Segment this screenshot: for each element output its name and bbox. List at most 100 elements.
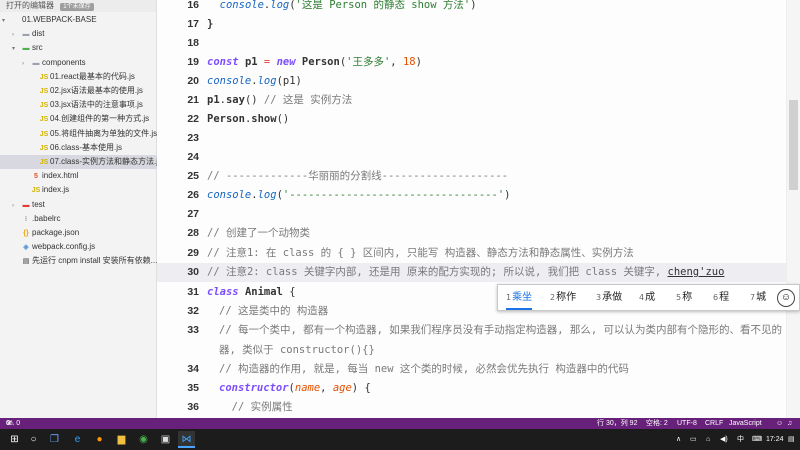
task-view-icon[interactable]: ❐ (46, 431, 63, 448)
tray-up-icon[interactable]: ∧ (676, 429, 681, 450)
edge-browser-icon[interactable]: e (69, 431, 86, 448)
candidate-index: 5 (676, 293, 682, 302)
code-text: console.log('这是 Person 的静态 show 方法') (207, 0, 477, 15)
editor-scrollbar[interactable] (786, 0, 800, 418)
code-line[interactable]: 24 (157, 148, 800, 167)
volume-icon[interactable]: ◀) (720, 429, 728, 450)
code-text: class Animal { (207, 283, 296, 302)
keyboard-icon[interactable]: ⌨ (752, 429, 762, 450)
file-item[interactable]: JS 05.将组件抽离为单独的文件.js (0, 127, 157, 141)
line-number: 20 (187, 75, 199, 87)
file-item[interactable]: JS 07.class-实例方法和静态方法.js (0, 155, 157, 169)
file-item[interactable]: JS 04.创建组件的第一种方式.js (0, 112, 157, 126)
code-line[interactable]: 18 (157, 34, 800, 53)
code-text: // 注意2: class 关键字内部, 还是用 原来的配方实现的; 所以说, … (207, 263, 724, 282)
line-number: 34 (187, 363, 199, 375)
code-line[interactable]: 19 const p1 = new Person('王多多', 18) (157, 53, 800, 72)
code-line[interactable]: 25 // -------------华丽丽的分割线---------------… (157, 167, 800, 186)
smiley-feedback-icon[interactable]: ☺ (776, 418, 783, 429)
code-line[interactable]: 器, 类似于 constructor(){} (157, 341, 800, 360)
ime-candidate[interactable]: 5称 (676, 285, 692, 310)
line-number: 27 (187, 208, 199, 220)
code-line[interactable]: 35 constructor(name, age) { (157, 379, 800, 398)
file-encoding[interactable]: UTF-8 (677, 418, 697, 429)
code-line[interactable]: 27 (157, 205, 800, 224)
folder-item[interactable]: ▾ ▬ src (0, 41, 157, 55)
error-count[interactable]: ⊗ 0 ⚠ 0 (6, 418, 20, 429)
code-token: console (207, 75, 252, 87)
ime-candidate[interactable]: 2称作 (550, 285, 576, 310)
vscode-icon[interactable]: ⋈ (178, 431, 195, 448)
ime-candidate[interactable]: 6程 (713, 285, 729, 310)
ime-candidate[interactable]: 1乘坐 (506, 285, 533, 310)
file-item[interactable]: JS 02.jsx语法最基本的使用.js (0, 84, 157, 98)
code-text: // 这是类中的 构造器 (219, 302, 328, 321)
bell-icon[interactable]: ♫ (787, 418, 792, 429)
code-token: // -------------华丽丽的分割线-----------------… (207, 170, 509, 182)
code-token: log (270, 0, 290, 11)
code-editor[interactable]: 16 console.log('这是 Person 的静态 show 方法') 1… (157, 0, 800, 418)
line-number: 17 (187, 18, 199, 30)
code-token: , (390, 56, 403, 68)
app-icon[interactable]: ▣ (157, 431, 174, 448)
code-token: // 这是类中的 构造器 (219, 305, 329, 317)
ime-candidate[interactable]: 4成 (639, 285, 655, 310)
code-line[interactable]: 36 // 实例属性 (157, 398, 800, 417)
battery-icon[interactable]: ▭ (690, 429, 697, 450)
code-line[interactable]: 29 // 注意1: 在 class 的 { } 区间内, 只能写 构造器、静态方… (157, 244, 800, 263)
ime-language-indicator[interactable]: 中 (737, 429, 744, 450)
code-line[interactable]: 26 console.log('-------------------------… (157, 186, 800, 205)
file-item[interactable]: JS 03.jsx语法中的注意事项.js (0, 98, 157, 112)
file-item[interactable]: JS index.js (0, 183, 157, 197)
js-file-icon: JS (31, 187, 41, 195)
ime-candidate[interactable]: 7城 (750, 285, 766, 310)
unsaved-badge: 1个未保存 (60, 3, 94, 11)
code-line[interactable]: 16 console.log('这是 Person 的静态 show 方法') (157, 0, 800, 15)
code-line[interactable]: 34 // 构造器的作用, 就是, 每当 new 这个类的时候, 必然会优先执行 … (157, 360, 800, 379)
file-item[interactable]: JS 06.class-基本使用.js (0, 141, 157, 155)
smiley-icon[interactable]: ☺ (777, 289, 795, 307)
clock[interactable]: 17:24 (766, 429, 784, 450)
scrollbar-thumb[interactable] (789, 100, 798, 190)
language-mode[interactable]: JavaScript (729, 418, 762, 429)
file-item[interactable]: ⁝ .babelrc (0, 212, 157, 226)
code-text: console.log(p1) (207, 72, 302, 91)
code-line[interactable]: 21 p1.say() // 这是 实例方法 (157, 91, 800, 110)
file-item[interactable]: 5 index.html (0, 169, 157, 183)
chevron-down-icon: ▾ (2, 18, 6, 24)
code-line[interactable]: 28 // 创建了一个动物类 (157, 224, 800, 243)
network-icon[interactable]: ⌂ (706, 429, 710, 450)
file-item[interactable]: ◈ webpack.config.js (0, 240, 157, 254)
file-explorer-icon[interactable]: ▆ (113, 431, 130, 448)
line-ending[interactable]: CRLF (705, 418, 723, 429)
code-line[interactable]: 17} (157, 15, 800, 34)
notification-icon[interactable]: ▤ (788, 429, 795, 450)
cursor-position[interactable]: 行 30，列 92 (597, 418, 637, 429)
code-line[interactable]: 30 // 注意2: class 关键字内部, 还是用 原来的配方实现的; 所以说… (157, 263, 800, 282)
folder-item[interactable]: › ▬ test (0, 198, 157, 212)
windows-start-icon[interactable]: ⊞ (6, 431, 23, 448)
code-token: log (257, 189, 277, 201)
tree-item-label: package.json (32, 228, 80, 237)
file-item[interactable]: ▤ 先运行 cnpm install 安装所有依赖... (0, 254, 157, 268)
code-token: p1 (207, 94, 220, 106)
code-line[interactable]: 20 console.log(p1) (157, 72, 800, 91)
code-line[interactable]: 22 Person.show() (157, 110, 800, 129)
ime-candidate[interactable]: 3承做 (596, 285, 622, 310)
code-token: () (276, 113, 290, 125)
firefox-icon[interactable]: ● (91, 431, 108, 448)
cortana-icon[interactable]: ○ (25, 431, 42, 448)
candidate-index: 6 (713, 293, 719, 302)
workspace-root[interactable]: ▾ 01.WEBPACK-BASE (0, 13, 157, 27)
indent-spaces[interactable]: 空格: 2 (646, 418, 668, 429)
file-item[interactable]: JS 01.react最基本的代码.js (0, 70, 157, 84)
file-item[interactable]: {} package.json (0, 226, 157, 240)
candidate-text: 成 (645, 292, 656, 303)
code-line[interactable]: 23 (157, 129, 800, 148)
code-line[interactable]: 33 // 每一个类中, 都有一个构造器, 如果我们程序员没有手动指定构造器, 那… (157, 321, 800, 340)
chrome-icon[interactable]: ◉ (135, 431, 152, 448)
code-text: // 实例属性 (219, 398, 293, 417)
open-editors-header[interactable]: 打开的编辑器 1个未保存 (0, 0, 156, 12)
folder-item[interactable]: › ▬ components (0, 56, 157, 70)
folder-item[interactable]: › ▬ dist (0, 27, 157, 41)
